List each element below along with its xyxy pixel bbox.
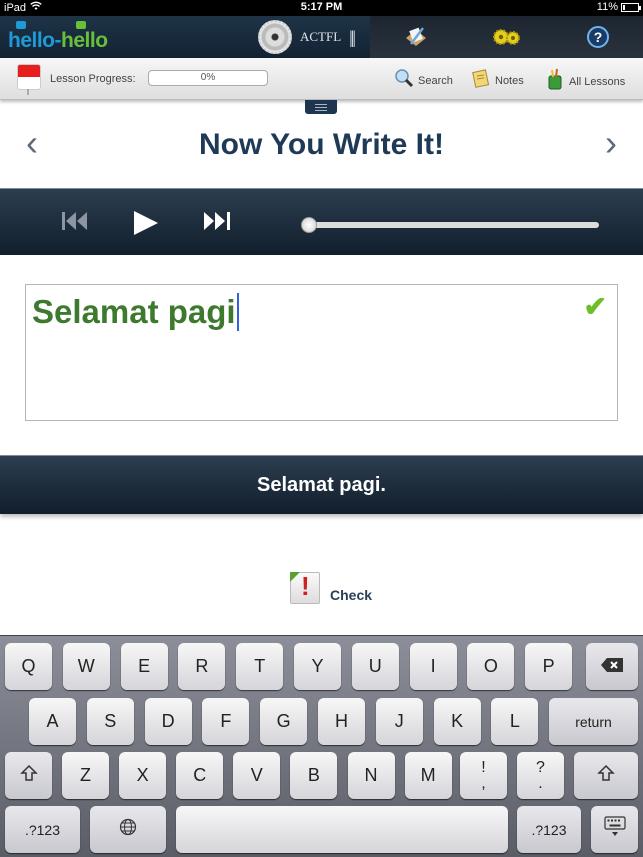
actfl-seal-icon bbox=[258, 20, 292, 54]
backspace-key[interactable] bbox=[586, 643, 638, 690]
key-v[interactable]: V bbox=[233, 752, 281, 799]
shift-icon bbox=[19, 764, 38, 787]
actfl-badge: ACTFL ||| bbox=[258, 20, 356, 54]
key-d[interactable]: D bbox=[144, 698, 192, 745]
actfl-label: ACTFL bbox=[300, 29, 342, 44]
key-a[interactable]: A bbox=[29, 698, 76, 745]
check-button[interactable]: Check bbox=[290, 571, 373, 604]
question-char: ? bbox=[536, 758, 545, 776]
play-button[interactable] bbox=[132, 209, 160, 242]
check-document-icon bbox=[290, 571, 320, 604]
key-b[interactable]: B bbox=[290, 752, 338, 799]
correct-checkmark-icon: ✔ bbox=[583, 291, 607, 322]
app-header: hello-hello ACTFL ||| ? bbox=[0, 16, 643, 58]
key-r[interactable]: R bbox=[178, 643, 226, 690]
reference-answer-text: Selamat pagi. bbox=[257, 474, 386, 496]
indonesia-flag-icon[interactable] bbox=[17, 64, 41, 95]
key-c[interactable]: C bbox=[176, 752, 224, 799]
next-arrow-icon[interactable]: › bbox=[605, 122, 617, 164]
notes-pen-icon[interactable] bbox=[401, 22, 431, 52]
numbers-key-left[interactable]: .?123 bbox=[5, 806, 80, 853]
clock: 5:17 PM bbox=[300, 1, 343, 13]
notepad-icon bbox=[471, 68, 491, 93]
key-k[interactable]: K bbox=[433, 698, 481, 745]
settings-gears-icon[interactable] bbox=[492, 22, 522, 52]
audio-player bbox=[0, 188, 643, 255]
exclamation-comma-key[interactable]: ! , bbox=[460, 752, 507, 799]
search-label: Search bbox=[418, 74, 453, 87]
notes-button[interactable]: Notes bbox=[471, 68, 524, 93]
reference-answer-bar: Selamat pagi. bbox=[0, 455, 643, 514]
exclamation-char: ! bbox=[481, 758, 486, 776]
speech-bubble-blue-icon bbox=[16, 21, 26, 29]
lesson-progress-bar: 0% bbox=[148, 70, 268, 86]
shift-icon bbox=[597, 764, 615, 787]
battery-icon bbox=[621, 2, 641, 12]
lesson-toolbar: Lesson Progress: 0% Search Notes All Les… bbox=[0, 58, 643, 100]
answer-input[interactable]: Selamat pagi ✔ bbox=[25, 284, 618, 421]
all-lessons-button[interactable]: All Lessons bbox=[545, 68, 625, 95]
playback-slider-thumb[interactable] bbox=[301, 217, 317, 233]
text-cursor bbox=[236, 293, 239, 331]
search-icon bbox=[394, 68, 414, 93]
key-p[interactable]: P bbox=[525, 643, 573, 690]
key-f[interactable]: F bbox=[202, 698, 250, 745]
battery-percent: 11% bbox=[596, 1, 618, 13]
page-title: Now You Write It! bbox=[199, 128, 444, 161]
question-period-key[interactable]: ? . bbox=[517, 752, 564, 799]
logo-text-2: hello bbox=[61, 29, 108, 52]
answer-input-text[interactable]: Selamat pagi bbox=[32, 293, 239, 331]
key-j[interactable]: J bbox=[375, 698, 423, 745]
key-i[interactable]: I bbox=[409, 643, 457, 690]
on-screen-keyboard: QWERTYUIOP ASDFGHJKL return ZXCVBNM ! , … bbox=[0, 635, 643, 857]
key-l[interactable]: L bbox=[491, 698, 539, 745]
help-icon[interactable]: ? bbox=[583, 22, 613, 52]
hello-hello-logo: hello-hello bbox=[8, 21, 108, 53]
key-x[interactable]: X bbox=[119, 752, 167, 799]
all-lessons-label: All Lessons bbox=[569, 75, 626, 88]
return-key[interactable]: return bbox=[549, 698, 638, 745]
backspace-icon bbox=[601, 656, 623, 677]
key-e[interactable]: E bbox=[120, 643, 168, 690]
lesson-progress-label: Lesson Progress: bbox=[50, 73, 136, 85]
globe-key[interactable] bbox=[90, 806, 166, 853]
shift-left-key[interactable] bbox=[5, 752, 52, 799]
key-n[interactable]: N bbox=[347, 752, 395, 799]
keyboard-dismiss-icon bbox=[603, 816, 626, 843]
search-button[interactable]: Search bbox=[394, 68, 453, 93]
globe-icon bbox=[119, 818, 137, 841]
check-label: Check bbox=[330, 587, 373, 603]
period-char: . bbox=[538, 774, 543, 792]
logo-text-1: hello bbox=[8, 29, 55, 52]
key-w[interactable]: W bbox=[62, 643, 110, 690]
shift-right-key[interactable] bbox=[574, 752, 638, 799]
title-row: ‹ Now You Write It! › bbox=[0, 120, 643, 176]
key-t[interactable]: T bbox=[236, 643, 284, 690]
key-z[interactable]: Z bbox=[62, 752, 109, 799]
dismiss-keyboard-key[interactable] bbox=[591, 806, 638, 853]
key-q[interactable]: Q bbox=[5, 643, 52, 690]
key-o[interactable]: O bbox=[467, 643, 515, 690]
key-m[interactable]: M bbox=[404, 752, 452, 799]
numbers-key-right[interactable]: .?123 bbox=[517, 806, 581, 853]
playback-slider-track[interactable] bbox=[305, 222, 599, 228]
comma-char: , bbox=[481, 774, 486, 792]
svg-text:?: ? bbox=[593, 29, 602, 45]
speech-bubble-green-icon bbox=[76, 21, 86, 29]
key-s[interactable]: S bbox=[86, 698, 134, 745]
notes-label: Notes bbox=[495, 74, 524, 87]
answer-input-value: Selamat pagi bbox=[32, 293, 236, 330]
skip-forward-button[interactable] bbox=[202, 209, 232, 238]
space-key[interactable] bbox=[176, 806, 508, 853]
key-g[interactable]: G bbox=[260, 698, 308, 745]
drawer-handle[interactable] bbox=[305, 100, 337, 114]
status-bar: iPad 5:17 PM 11% bbox=[0, 0, 643, 16]
key-u[interactable]: U bbox=[351, 643, 399, 690]
actfl-bars-icon: ||| bbox=[349, 26, 356, 47]
rewind-button[interactable] bbox=[60, 209, 90, 238]
key-y[interactable]: Y bbox=[294, 643, 341, 690]
key-h[interactable]: H bbox=[318, 698, 365, 745]
pencil-cup-icon bbox=[545, 68, 565, 95]
